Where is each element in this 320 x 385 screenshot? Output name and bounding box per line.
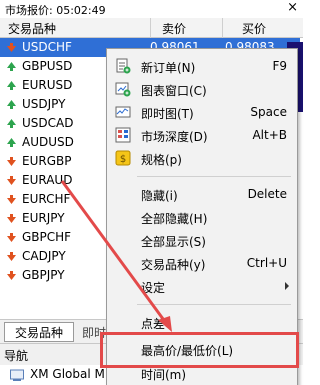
row-symbol: EURJPY [22,211,65,225]
row-symbol: USDJPY [22,97,66,111]
menu-item-shortcut: Ctrl+U [246,256,287,270]
col-symbol-header[interactable]: 交易品种 [8,20,56,37]
menu-separator [137,304,291,305]
row-symbol: USDCAD [22,116,74,130]
row-symbol: GBPJPY [22,268,65,282]
price-down-icon [7,43,16,52]
menu-item-label: 即时图(T) [141,107,194,121]
market-depth-icon [115,127,131,143]
navigator-title: 导航 [4,349,29,363]
price-down-icon [7,214,16,223]
menu-item-label: 时间(m) [141,368,187,382]
menu-item-label: 新订单(N) [141,61,196,75]
price-up-icon [7,138,16,147]
market-watch-titlebar: 市场报价: 05:02:49 × [0,0,303,18]
col-ask-header[interactable]: 买价 [242,20,266,37]
menu-item-label: 全部隐藏(H) [141,212,208,226]
menu-item-shortcut: Space [250,105,287,119]
close-icon[interactable]: × [287,0,298,15]
menu-item-label: 设定 [141,281,166,295]
row-symbol: GBPUSD [22,59,73,73]
menu-item-spread[interactable]: 点差 [107,311,297,333]
col-bid-header[interactable]: 卖价 [162,20,186,37]
menu-item-label: 规格(p) [141,153,182,167]
menu-item-label: 隐藏(i) [141,189,178,203]
menu-item-hide-all[interactable]: 全部隐藏(H) [107,206,297,228]
price-up-icon [7,119,16,128]
chart-window-icon [115,82,131,97]
menu-item-settings[interactable]: 设定 [107,275,297,297]
tick-chart-icon [115,106,131,118]
row-symbol: EURCHF [22,192,71,206]
tab-symbols[interactable]: 交易品种 [4,322,74,342]
price-up-icon [7,100,16,109]
highlight-box [100,332,299,368]
price-up-icon [7,81,16,90]
price-down-icon [7,195,16,204]
submenu-arrow-icon [285,282,289,290]
price-down-icon [7,176,16,185]
menu-item-new-order[interactable]: 新订单(N) F9 [107,55,297,77]
menu-item-shortcut: F9 [272,59,287,73]
menu-item-label: 图表窗口(C) [141,84,207,98]
price-down-icon [7,157,16,166]
row-symbol: EURUSD [22,78,73,92]
account-icon [10,369,24,381]
row-symbol: GBPCHF [22,230,72,244]
menu-item-tick-chart[interactable]: 即时图(T) Space [107,101,297,123]
menu-item-market-depth[interactable]: 市场深度(D) Alt+B [107,124,297,146]
menu-item-symbols[interactable]: 交易品种(y) Ctrl+U [107,252,297,274]
price-up-icon [7,62,16,71]
row-symbol: EURAUD [22,173,73,187]
row-symbol: EURGBP [22,154,72,168]
price-down-icon [7,271,16,280]
svg-text:$: $ [120,154,126,165]
column-divider [222,18,223,38]
menu-item-chart-window[interactable]: 图表窗口(C) [107,78,297,100]
menu-item-label: 点差 [141,317,166,331]
menu-item-show-all[interactable]: 全部显示(S) [107,229,297,251]
navigator-item-label: XM Global M [30,367,105,381]
menu-item-shortcut: Alt+B [252,128,287,142]
price-down-icon [7,252,16,261]
specification-icon: $ [115,150,131,166]
menu-item-label: 交易品种(y) [141,258,206,272]
menu-item-shortcut: Delete [247,187,287,201]
row-symbol: USDCHF [22,40,72,54]
table-header: 交易品种 卖价 买价 [0,18,303,38]
menu-item-label: 全部显示(S) [141,235,206,249]
menu-item-label: 市场深度(D) [141,130,208,144]
price-down-icon [7,233,16,242]
window-title: 市场报价: 05:02:49 [5,4,106,17]
menu-item-specification[interactable]: $ 规格(p) [107,147,297,169]
new-order-icon [116,58,131,74]
menu-item-hide[interactable]: 隐藏(i) Delete [107,183,297,205]
menu-separator [137,176,291,177]
column-divider [150,18,151,38]
row-symbol: CADJPY [22,249,66,263]
row-symbol: AUDUSD [22,135,74,149]
